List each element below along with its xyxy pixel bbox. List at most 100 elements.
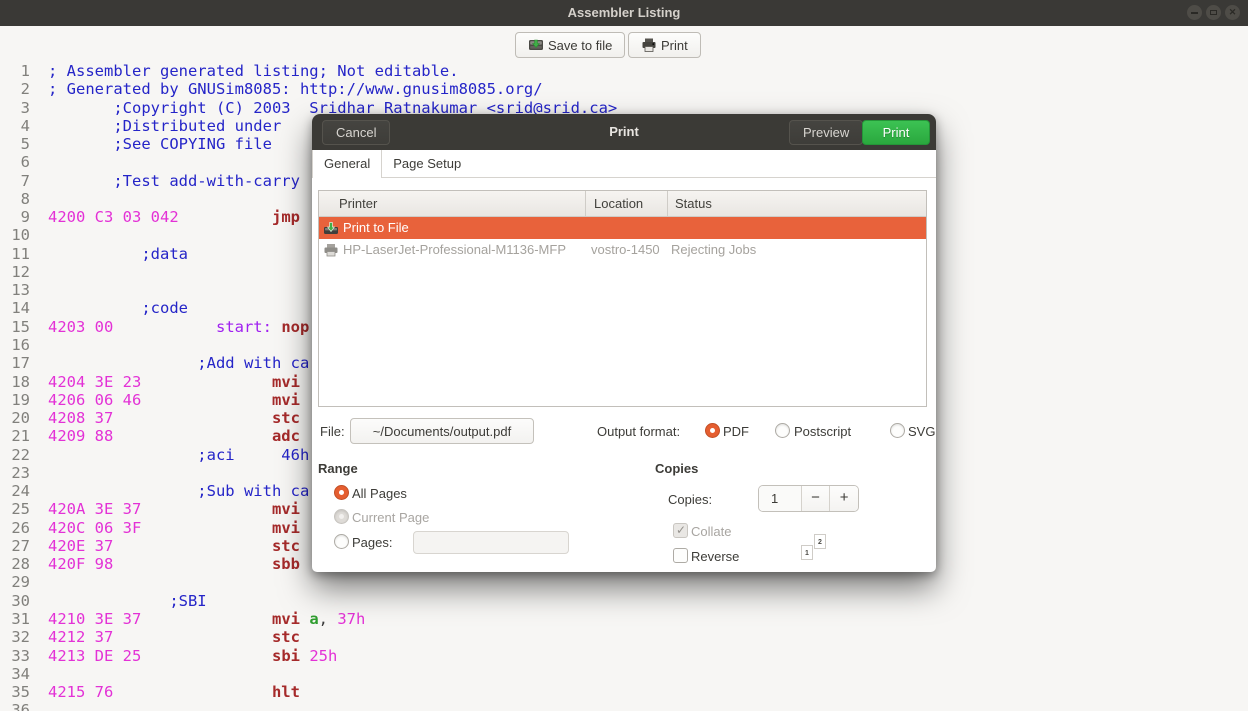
line-number: 10 xyxy=(0,226,30,244)
line-content: ; Assembler generated listing; Not edita… xyxy=(48,62,459,80)
code-line: 334213 DE 25 sbi 25h xyxy=(0,647,1248,665)
print-button[interactable]: Print xyxy=(862,120,930,145)
line-content: 420E 37 stc xyxy=(48,537,300,555)
code-line: 34 xyxy=(0,665,1248,683)
line-number: 16 xyxy=(0,336,30,354)
line-number: 35 xyxy=(0,683,30,701)
line-number: 3 xyxy=(0,99,30,117)
code-line: 314210 3E 37 mvi a, 37h xyxy=(0,610,1248,628)
line-content: ;Sub with carry xyxy=(48,482,337,500)
radio-svg-label[interactable]: SVG xyxy=(908,424,935,439)
column-header-status[interactable]: Status xyxy=(675,196,712,211)
cancel-button[interactable]: Cancel xyxy=(322,120,390,145)
printer-list-header: Printer Location Status xyxy=(319,191,926,217)
printer-list: Printer Location Status Print to File HP… xyxy=(318,190,927,407)
line-number: 18 xyxy=(0,373,30,391)
printer-name: HP-LaserJet-Professional-M1136-MFP xyxy=(343,242,566,257)
copies-heading: Copies xyxy=(655,461,698,476)
line-number: 6 xyxy=(0,153,30,171)
line-number: 21 xyxy=(0,427,30,445)
code-line: 30 ;SBI xyxy=(0,592,1248,610)
print-dialog: Print Cancel Preview Print GeneralPage S… xyxy=(312,114,936,572)
printer-name: Print to File xyxy=(343,220,409,235)
code-line: 1 ; Assembler generated listing; Not edit… xyxy=(0,62,1248,80)
line-number: 23 xyxy=(0,464,30,482)
line-number: 8 xyxy=(0,190,30,208)
line-content: 4215 76 hlt xyxy=(48,683,300,701)
line-content: ; Generated by GNUSim8085: http://www.gn… xyxy=(48,80,543,98)
preview-button[interactable]: Preview xyxy=(789,120,863,145)
line-number: 24 xyxy=(0,482,30,500)
print-toolbar-button[interactable]: Print xyxy=(628,32,701,58)
printer-status: Rejecting Jobs xyxy=(671,242,756,257)
line-number: 15 xyxy=(0,318,30,336)
tab-general[interactable]: General xyxy=(312,150,382,178)
column-header-printer[interactable]: Printer xyxy=(339,196,377,211)
line-content: ;Add with carry xyxy=(48,354,337,372)
code-line: 324212 37 stc xyxy=(0,628,1248,646)
line-number: 31 xyxy=(0,610,30,628)
line-number: 1 xyxy=(0,62,30,80)
save-to-file-button[interactable]: Save to file xyxy=(515,32,625,58)
reverse-checkbox[interactable] xyxy=(673,548,688,563)
line-number: 34 xyxy=(0,665,30,683)
window-title: Assembler Listing xyxy=(0,5,1248,20)
line-content: 4203 00 start: nop xyxy=(48,318,309,336)
line-content: ;code xyxy=(48,299,188,317)
line-content: ;SBI xyxy=(48,592,207,610)
close-icon: ✕ xyxy=(1229,8,1237,17)
file-label: File: xyxy=(320,424,345,439)
printer-row-hp-laserjet[interactable]: HP-LaserJet-Professional-M1136-MFP vostr… xyxy=(319,239,926,261)
line-number: 9 xyxy=(0,208,30,226)
line-number: 30 xyxy=(0,592,30,610)
maximize-button[interactable] xyxy=(1206,5,1221,20)
copies-increment-button[interactable]: + xyxy=(829,486,858,511)
copies-stepper: 1 − + xyxy=(758,485,859,512)
dialog-tabs: GeneralPage Setup xyxy=(312,150,936,178)
minimize-button[interactable] xyxy=(1187,5,1202,20)
printer-location: vostro-1450 xyxy=(591,242,660,257)
radio-current-page xyxy=(334,509,349,524)
line-number: 17 xyxy=(0,354,30,372)
column-header-location[interactable]: Location xyxy=(594,196,643,211)
printer-row-print-to-file[interactable]: Print to File xyxy=(319,217,926,239)
line-content: 4204 3E 23 mvi xyxy=(48,373,300,391)
line-content: ;aci 46h xyxy=(48,446,309,464)
column-divider xyxy=(585,191,586,217)
file-button[interactable]: ~/Documents/output.pdf xyxy=(350,418,534,444)
radio-postscript[interactable] xyxy=(775,423,790,438)
line-number: 26 xyxy=(0,519,30,537)
line-number: 11 xyxy=(0,245,30,263)
line-content: 4200 C3 03 042 jmp xyxy=(48,208,300,226)
radio-pdf[interactable] xyxy=(705,423,720,438)
pages-input[interactable] xyxy=(413,531,569,554)
copies-label: Copies: xyxy=(668,492,712,507)
radio-pages[interactable] xyxy=(334,534,349,549)
line-number: 14 xyxy=(0,299,30,317)
radio-all-pages[interactable] xyxy=(334,485,349,500)
line-number: 20 xyxy=(0,409,30,427)
copies-decrement-button[interactable]: − xyxy=(801,486,830,511)
dialog-titlebar: Print Cancel Preview Print xyxy=(312,114,936,150)
line-number: 5 xyxy=(0,135,30,153)
tab-page-setup[interactable]: Page Setup xyxy=(382,150,472,178)
radio-postscript-label[interactable]: Postscript xyxy=(794,424,851,439)
line-number: 4 xyxy=(0,117,30,135)
close-button[interactable]: ✕ xyxy=(1225,5,1240,20)
line-number: 22 xyxy=(0,446,30,464)
code-line: 36 xyxy=(0,701,1248,711)
radio-pages-label[interactable]: Pages: xyxy=(352,535,392,550)
print-icon xyxy=(641,37,657,53)
line-number: 36 xyxy=(0,701,30,711)
radio-pdf-label[interactable]: PDF xyxy=(723,424,749,439)
radio-svg[interactable] xyxy=(890,423,905,438)
line-content: ;See COPYING file xyxy=(48,135,272,153)
radio-all-pages-label[interactable]: All Pages xyxy=(352,486,407,501)
line-number: 25 xyxy=(0,500,30,518)
line-content: ;Test add-with-carry xyxy=(48,172,300,190)
column-divider xyxy=(667,191,668,217)
line-content: 420A 3E 37 mvi xyxy=(48,500,300,518)
reverse-label[interactable]: Reverse xyxy=(691,549,739,564)
copies-value[interactable]: 1 xyxy=(759,486,801,511)
minimize-icon xyxy=(1191,12,1198,14)
